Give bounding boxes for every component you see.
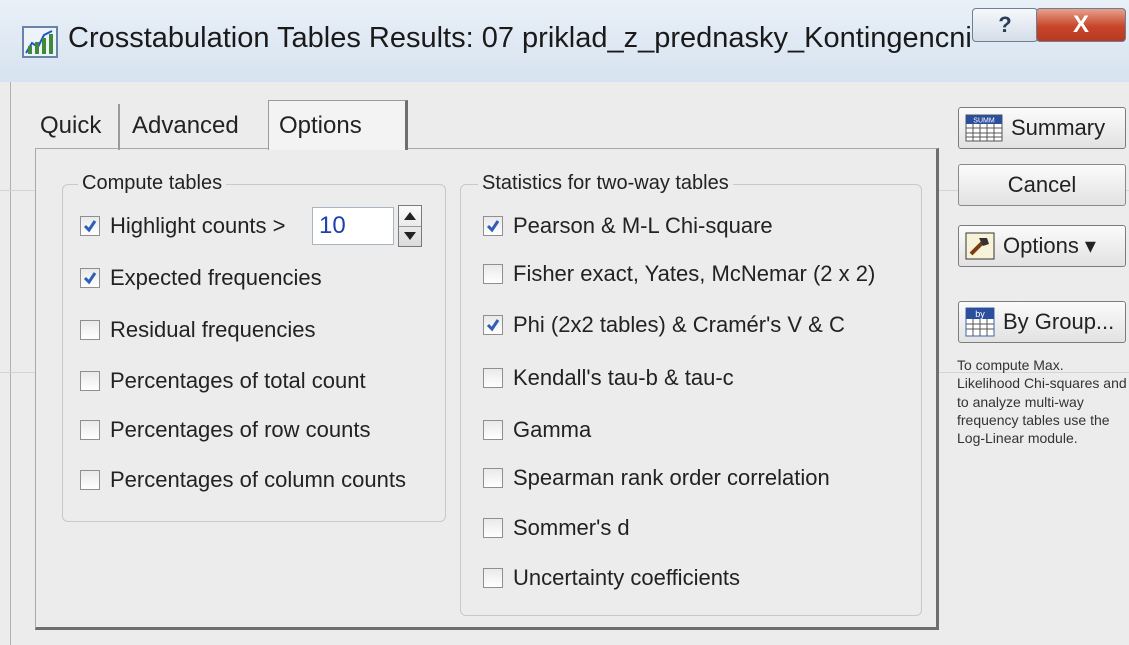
checkbox-icon[interactable] — [80, 320, 100, 340]
log-linear-note: To compute Max. Likelihood Chi-squares a… — [957, 357, 1127, 447]
kendall-checkbox[interactable]: Kendall's tau-b & tau-c — [483, 363, 734, 393]
percentages-total-checkbox[interactable]: Percentages of total count — [80, 366, 366, 396]
checkbox-label: Residual frequencies — [110, 317, 316, 342]
svg-text:by: by — [975, 309, 985, 319]
expected-frequencies-checkbox[interactable]: Expected frequencies — [80, 263, 322, 293]
highlight-counts-checkbox[interactable]: Highlight counts > — [80, 211, 286, 241]
checkbox-icon[interactable] — [483, 468, 503, 488]
statistics-title: Statistics for two-way tables — [478, 172, 733, 195]
statistics-group — [460, 184, 922, 616]
phi-cramer-checkbox[interactable]: Phi (2x2 tables) & Cramér's V & C — [483, 310, 845, 340]
checkbox-label: Spearman rank order correlation — [513, 465, 830, 490]
checkbox-icon[interactable] — [483, 264, 503, 284]
tab-advanced[interactable]: Advanced — [122, 104, 268, 150]
percentages-row-checkbox[interactable]: Percentages of row counts — [80, 415, 370, 445]
options-hammer-icon — [965, 232, 995, 260]
help-button[interactable]: ? — [972, 8, 1038, 42]
options-button[interactable]: Options ▾ — [958, 225, 1126, 267]
by-group-icon: by — [965, 307, 995, 337]
checkbox-label: Pearson & M-L Chi-square — [513, 213, 773, 238]
close-icon: X — [1072, 11, 1089, 38]
summary-icon: SUMM — [965, 114, 1003, 142]
close-button[interactable]: X — [1036, 8, 1126, 42]
cancel-label: Cancel — [1007, 172, 1077, 197]
app-chart-icon — [22, 26, 58, 58]
highlight-counts-label: Highlight counts > — [110, 213, 286, 238]
checkbox-label: Phi (2x2 tables) & Cramér's V & C — [513, 312, 845, 337]
checkbox-icon[interactable] — [483, 216, 503, 236]
checkbox-label: Percentages of total count — [110, 368, 366, 393]
spin-up-icon[interactable] — [399, 206, 421, 227]
checkbox-label: Expected frequencies — [110, 265, 322, 290]
summary-label: Summary — [1011, 115, 1106, 140]
highlight-counts-spinner[interactable] — [398, 205, 422, 247]
checkbox-label: Percentages of column counts — [110, 467, 406, 492]
checkbox-label: Uncertainty coefficients — [513, 565, 741, 590]
checkbox-icon[interactable] — [483, 420, 503, 440]
fisher-checkbox[interactable]: Fisher exact, Yates, McNemar (2 x 2) — [483, 259, 875, 289]
checkbox-icon[interactable] — [483, 568, 503, 588]
checkbox-icon[interactable] — [80, 371, 100, 391]
checkbox-icon[interactable] — [483, 368, 503, 388]
spearman-checkbox[interactable]: Spearman rank order correlation — [483, 463, 830, 493]
compute-tables-title: Compute tables — [78, 172, 227, 195]
pearson-checkbox[interactable]: Pearson & M-L Chi-square — [483, 211, 773, 241]
tab-options[interactable]: Options — [268, 100, 408, 150]
by-group-label: By Group... — [1003, 309, 1115, 334]
title-bar[interactable]: Crosstabulation Tables Results: 07 prikl… — [0, 0, 1129, 82]
svg-text:SUMM: SUMM — [973, 118, 995, 125]
checkbox-icon[interactable] — [80, 216, 100, 236]
checkbox-label: Percentages of row counts — [110, 417, 371, 442]
uncertainty-checkbox[interactable]: Uncertainty coefficients — [483, 563, 740, 593]
help-icon: ? — [998, 12, 1012, 37]
residual-frequencies-checkbox[interactable]: Residual frequencies — [80, 315, 315, 345]
checkbox-label: Kendall's tau-b & tau-c — [513, 365, 734, 390]
sommers-checkbox[interactable]: Sommer's d — [483, 513, 630, 543]
checkbox-label: Gamma — [513, 417, 592, 442]
summary-button[interactable]: SUMM Summary — [958, 107, 1126, 149]
checkbox-icon[interactable] — [80, 268, 100, 288]
checkbox-icon[interactable] — [80, 470, 100, 490]
spin-down-icon[interactable] — [399, 226, 421, 246]
tab-quick[interactable]: Quick — [30, 104, 120, 150]
checkbox-label: Fisher exact, Yates, McNemar (2 x 2) — [513, 261, 876, 286]
window-title: Crosstabulation Tables Results: 07 prikl… — [68, 22, 972, 54]
by-group-button[interactable]: by By Group... — [958, 301, 1126, 343]
gamma-checkbox[interactable]: Gamma — [483, 415, 591, 445]
cancel-button[interactable]: Cancel — [958, 164, 1126, 206]
checkbox-icon[interactable] — [483, 518, 503, 538]
percentages-column-checkbox[interactable]: Percentages of column counts — [80, 465, 406, 495]
checkbox-icon[interactable] — [483, 315, 503, 335]
highlight-counts-input[interactable]: 10 — [312, 207, 394, 245]
checkbox-icon[interactable] — [80, 420, 100, 440]
options-label: Options ▾ — [1003, 233, 1096, 258]
checkbox-label: Sommer's d — [513, 515, 630, 540]
